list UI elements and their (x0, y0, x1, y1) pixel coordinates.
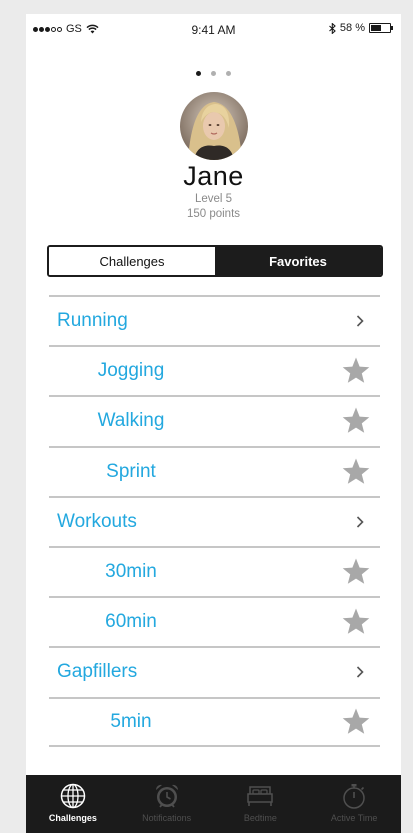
star-icon[interactable] (341, 607, 371, 637)
tabbar-item-challenges[interactable]: Challenges (26, 775, 120, 833)
battery-icon (369, 23, 393, 33)
list-category-row[interactable]: Gapfillers (49, 646, 380, 696)
challenge-list: Running Jogging Walking Sprint Workouts 30min… (49, 295, 380, 747)
phone-screen: GS 9:41 AM 58 % Jane Level 5 150 points … (26, 14, 401, 833)
user-level: Level 5 (194, 193, 233, 205)
stopwatch-icon (343, 784, 365, 809)
bed-icon (247, 786, 274, 806)
star-icon[interactable] (341, 406, 371, 436)
item-label: Walking (97, 410, 165, 432)
page-dot[interactable] (196, 71, 201, 76)
alarm-clock-icon (155, 784, 178, 808)
tabbar-label-notifications: Notifications (142, 813, 192, 823)
category-label: Gapfillers (57, 661, 138, 683)
page-indicator[interactable] (26, 71, 401, 76)
tabbar-item-notifications[interactable]: Notifications (120, 775, 214, 833)
list-item-row[interactable]: 60min (49, 596, 380, 646)
tabbar-label-challenges: Challenges (48, 813, 97, 823)
item-label: 30min (105, 561, 157, 583)
item-label: Jogging (97, 360, 165, 382)
user-points: 150 points (186, 208, 241, 220)
page-dot[interactable] (211, 71, 216, 76)
star-icon[interactable] (341, 557, 371, 587)
tab-bar: Challenges Notifications Bedtime Active … (26, 775, 401, 833)
chevron-right-icon[interactable] (355, 515, 365, 529)
star-icon[interactable] (341, 707, 371, 737)
list-item-row[interactable]: 30min (49, 545, 380, 596)
tabbar-item-bedtime[interactable]: Bedtime (214, 775, 308, 833)
tab-favorites[interactable]: Favorites (215, 247, 381, 275)
chevron-right-icon[interactable] (355, 665, 365, 679)
tabbar-item-active-time[interactable]: Active Time (307, 775, 401, 833)
list-category-row[interactable]: Workouts (49, 495, 380, 546)
status-right: 58 % (329, 22, 393, 34)
user-name: Jane (183, 161, 244, 191)
tab-challenges[interactable]: Challenges (49, 247, 215, 275)
list-item-row[interactable]: Walking (49, 395, 380, 445)
star-icon[interactable] (341, 457, 371, 487)
list-item-row[interactable]: 5min (49, 696, 380, 747)
segmented-control: Challenges Favorites (47, 245, 383, 277)
battery-percent: 58 % (339, 22, 365, 34)
item-label: 60min (105, 611, 157, 633)
item-label: Sprint (106, 460, 156, 482)
category-label: Workouts (57, 510, 137, 532)
item-label: 5min (110, 710, 152, 732)
bluetooth-icon (329, 22, 336, 34)
avatar (180, 92, 248, 160)
chevron-right-icon[interactable] (355, 314, 365, 328)
page-dot[interactable] (226, 71, 231, 76)
category-label: Running (57, 310, 128, 332)
list-category-row[interactable]: Running (49, 295, 380, 345)
globe-icon (60, 783, 86, 809)
status-bar: GS 9:41 AM 58 % (26, 14, 401, 44)
tabbar-label-active-time: Active Time (330, 813, 378, 823)
tabbar-label-bedtime: Bedtime (243, 813, 277, 823)
list-item-row[interactable]: Sprint (49, 445, 380, 496)
list-item-row[interactable]: Jogging (49, 345, 380, 395)
star-icon[interactable] (341, 356, 371, 386)
